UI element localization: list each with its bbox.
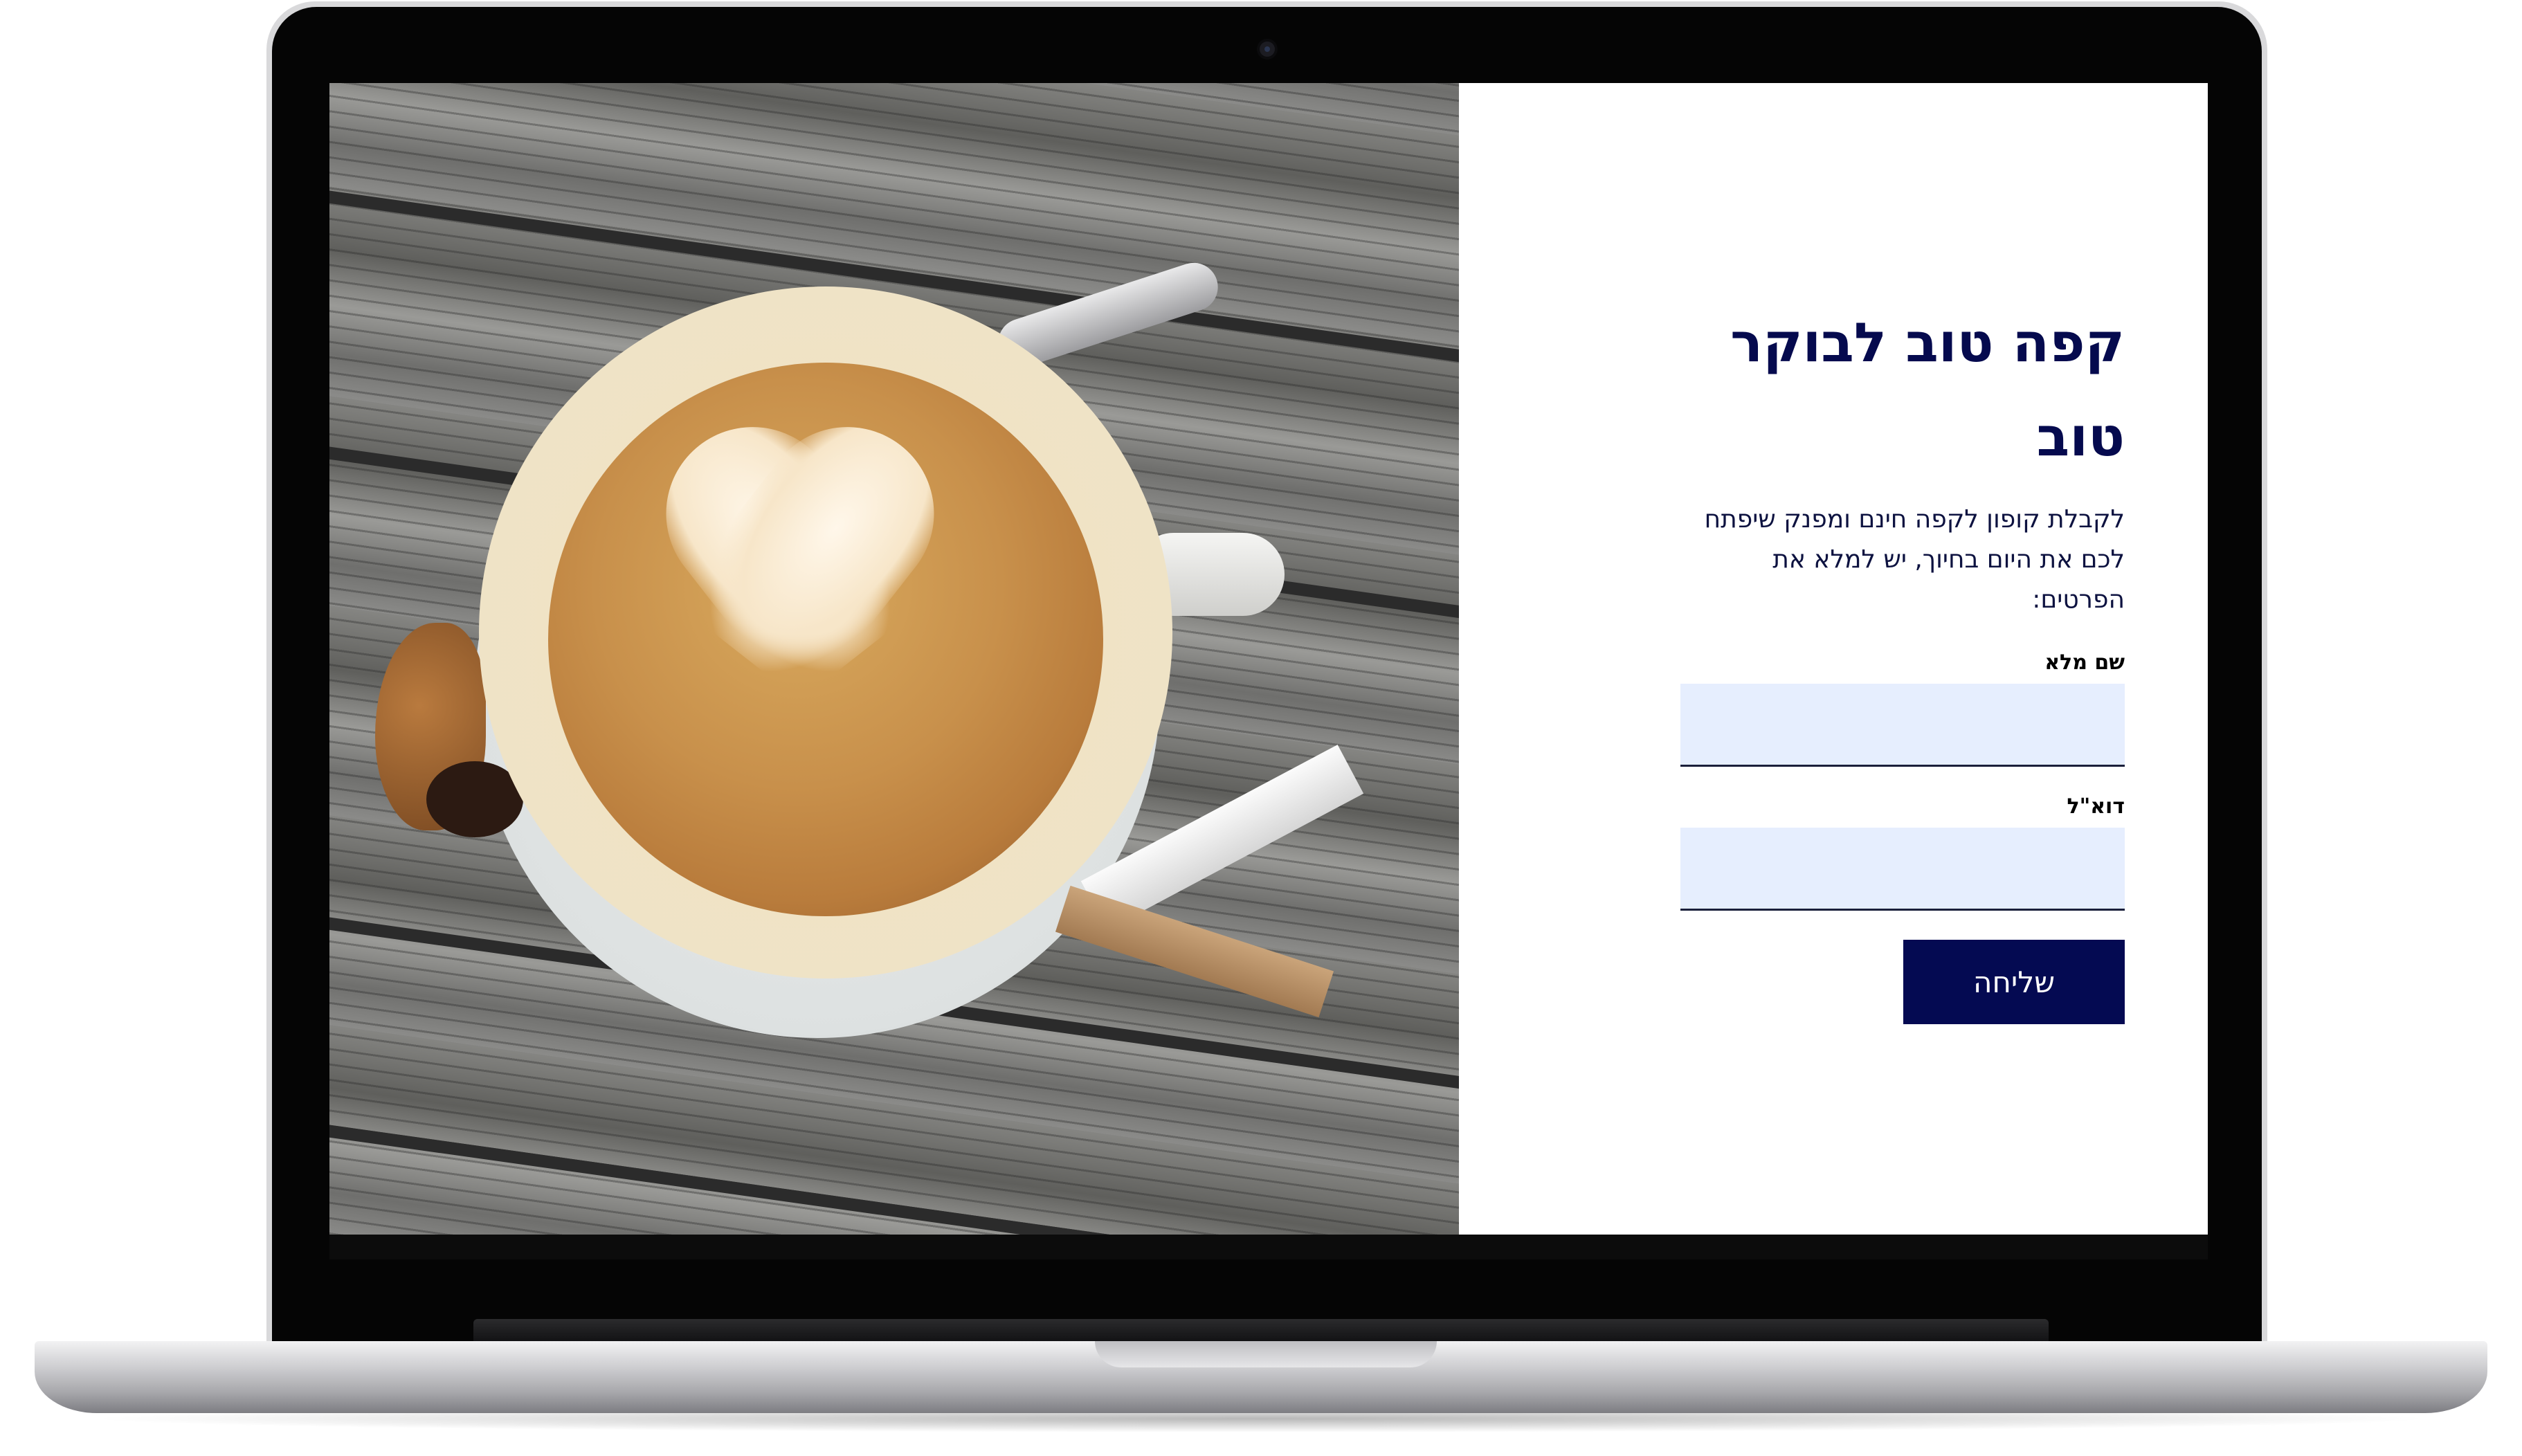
form-subtitle: לקבלת קופון לקפה חינם ומפנק שיפתח לכם את… (1704, 505, 2125, 614)
coupon-form: קפה טוב לבוקר טוב לקבלת קופון לקפה חינם … (1680, 296, 2125, 1024)
laptop-notch (1095, 1341, 1437, 1367)
laptop-hinge (473, 1319, 2049, 1343)
submit-button[interactable]: שליחה (1903, 940, 2125, 1024)
coffee-photo (329, 83, 1459, 1235)
laptop-screen: קפה טוב לבוקר טוב לקבלת קופון לקפה חינם … (329, 83, 2208, 1235)
sugar-stick (1055, 885, 1334, 1018)
bezel-bottom (329, 1235, 2208, 1259)
webcam-icon (1260, 42, 1275, 57)
email-field[interactable] (1680, 828, 2125, 911)
form-title: קפה טוב לבוקר טוב (1730, 312, 2125, 468)
full-name-label: שם מלא (2044, 650, 2125, 675)
plank-gap (329, 1121, 1459, 1235)
latte-art-heart (634, 443, 959, 775)
email-label: דוא"ל (2067, 794, 2125, 819)
full-name-field[interactable] (1680, 684, 2125, 767)
coupon-form-panel: קפה טוב לבוקר טוב לקבלת קופון לקפה חינם … (1459, 83, 2208, 1235)
